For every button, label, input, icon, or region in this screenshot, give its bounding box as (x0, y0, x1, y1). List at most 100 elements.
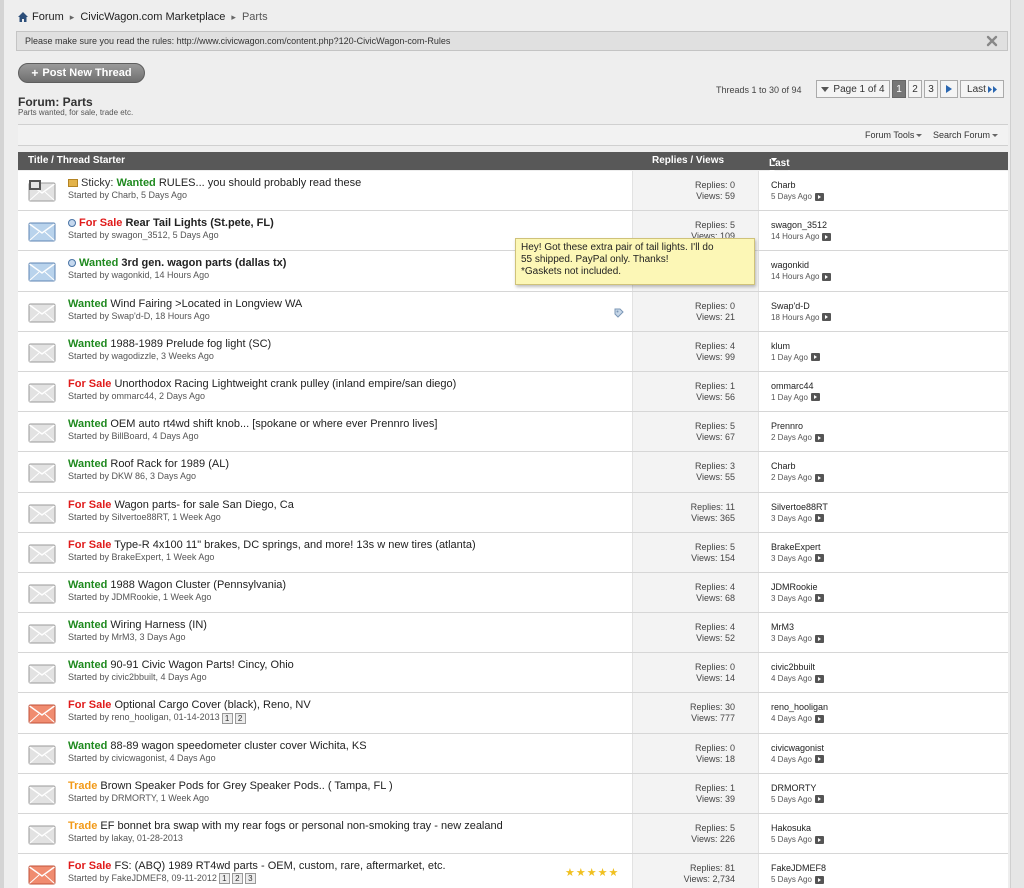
table-row[interactable]: Wanted 3rd gen. wagon parts (dallas tx) S… (18, 251, 1008, 292)
page-link-3[interactable]: 3 (924, 80, 938, 98)
thread-title-link[interactable]: Brown Speaker Pods for Grey Speaker Pods… (100, 780, 392, 792)
thread-page-link[interactable]: 2 (231, 873, 243, 885)
last-post-user-link[interactable]: Prennro (771, 421, 803, 431)
last-post-user-link[interactable]: DRMORTY (771, 783, 816, 793)
go-to-last-post-icon[interactable] (814, 473, 824, 482)
last-post-user-link[interactable]: wagonkid (771, 260, 809, 270)
table-row[interactable]: Wanted 90-91 Civic Wagon Parts! Cincy, O… (18, 653, 1008, 694)
go-to-last-post-icon[interactable] (814, 755, 824, 764)
last-post-user-link[interactable]: Charb (771, 180, 796, 190)
thread-prefix: Wanted (68, 418, 108, 431)
column-title-header[interactable]: Title / Thread Starter (28, 155, 125, 166)
table-row[interactable]: Wanted OEM auto rt4wd shift knob... [spo… (18, 412, 1008, 453)
table-row[interactable]: For Sale Type-R 4x100 11" brakes, DC spr… (18, 532, 1008, 573)
table-row[interactable]: Wanted 1988 Wagon Cluster (Pennsylvania)… (18, 572, 1008, 614)
last-post-user-link[interactable]: Hakosuka (771, 823, 811, 833)
thread-title-link[interactable]: 90-91 Civic Wagon Parts! Cincy, Ohio (110, 659, 293, 671)
last-post-user-link[interactable]: Swap'd-D (771, 301, 810, 311)
table-row[interactable]: Wanted Wiring Harness (IN) Started by MrM… (18, 613, 1008, 654)
table-row[interactable]: Sticky: Wanted RULES... you should proba… (18, 171, 1008, 212)
page-dropdown[interactable]: Page 1 of 4 (816, 80, 890, 98)
go-to-last-post-icon[interactable] (822, 232, 832, 241)
thread-title-link[interactable]: 1988-1989 Prelude fog light (SC) (110, 338, 271, 350)
last-post-user-link[interactable]: Charb (771, 461, 796, 471)
table-row[interactable]: Wanted Wind Fairing >Located in Longview… (18, 291, 1008, 332)
go-to-last-post-icon[interactable] (814, 554, 824, 563)
thread-page-link[interactable]: 3 (244, 873, 256, 885)
thread-title-link[interactable]: RULES... you should probably read these (159, 177, 361, 189)
go-to-last-post-icon[interactable] (810, 353, 820, 362)
table-row[interactable]: For Sale FS: (ABQ) 1989 RT4wd parts - OE… (18, 854, 1008, 888)
table-row[interactable]: For Sale Optional Cargo Cover (black), R… (18, 693, 1008, 734)
last-page-button[interactable]: Last (960, 80, 1004, 98)
breadcrumb-marketplace-link[interactable]: CivicWagon.com Marketplace (80, 11, 225, 23)
last-post-user-link[interactable]: swagon_3512 (771, 220, 827, 230)
post-new-thread-button[interactable]: + Post New Thread (18, 63, 145, 83)
go-to-last-post-icon[interactable] (814, 875, 824, 884)
thread-page-link[interactable]: 1 (221, 712, 233, 724)
go-to-last-post-icon[interactable] (814, 594, 824, 603)
column-stats-header[interactable]: Replies / Views (652, 155, 724, 166)
thread-title-link[interactable]: Wagon parts- for sale San Diego, Ca (114, 499, 293, 511)
thread-title-link[interactable]: Roof Rack for 1989 (AL) (110, 458, 229, 470)
next-page-button[interactable] (940, 80, 958, 98)
go-to-last-post-icon[interactable] (814, 192, 824, 201)
go-to-last-post-icon[interactable] (814, 674, 824, 683)
page-link-1[interactable]: 1 (892, 80, 906, 98)
breadcrumb: Forum ▸ CivicWagon.com Marketplace ▸ Par… (18, 10, 268, 24)
go-to-last-post-icon[interactable] (814, 514, 824, 522)
thread-title-link[interactable]: Rear Tail Lights (St.pete, FL) (125, 217, 273, 229)
table-row[interactable]: Trade Brown Speaker Pods for Grey Speake… (18, 773, 1008, 814)
last-post-user-link[interactable]: FakeJDMEF8 (771, 863, 826, 873)
go-to-last-post-icon[interactable] (814, 634, 824, 643)
go-to-last-post-icon[interactable] (822, 313, 832, 322)
last-post-user-link[interactable]: ommarc44 (771, 381, 814, 391)
thread-page-link[interactable]: 2 (234, 712, 246, 724)
last-post-user-link[interactable]: reno_hooligan (771, 702, 828, 712)
breadcrumb-forum-link[interactable]: Forum (32, 11, 64, 23)
last-post-user-link[interactable]: JDMRookie (771, 582, 818, 592)
last-post-user-link[interactable]: MrM3 (771, 622, 794, 632)
thread-page-link[interactable]: 1 (218, 873, 230, 885)
scrollbar-track[interactable] (1010, 0, 1024, 888)
thread-prefix: Wanted (79, 257, 119, 270)
go-to-last-post-icon[interactable] (814, 835, 824, 844)
table-row[interactable]: For Sale Rear Tail Lights (St.pete, FL) S… (18, 211, 1008, 252)
table-row[interactable]: Trade EF bonnet bra swap with my rear fo… (18, 814, 1008, 855)
thread-title-link[interactable]: Type-R 4x100 11" brakes, DC springs, and… (114, 539, 475, 551)
last-post-user-link[interactable]: klum (771, 341, 790, 351)
last-post-user-link[interactable]: Silvertoe88RT (771, 502, 828, 512)
table-row[interactable]: For Sale Wagon parts- for sale San Diego… (18, 492, 1008, 533)
thread-starter: Started by Swap'd-D, 18 Hours Ago (68, 310, 210, 321)
last-post-user-link[interactable]: BrakeExpert (771, 542, 821, 552)
thread-title-link[interactable]: EF bonnet bra swap with my rear fogs or … (100, 820, 502, 832)
table-row[interactable]: For Sale Unorthodox Racing Lightweight c… (18, 371, 1008, 413)
thread-title-link[interactable]: 3rd gen. wagon parts (dallas tx) (121, 257, 286, 269)
table-row[interactable]: Wanted 88-89 wagon speedometer cluster c… (18, 733, 1008, 774)
thread-title-link[interactable]: Wind Fairing >Located in Longview WA (110, 298, 302, 310)
thread-title-link[interactable]: Optional Cargo Cover (black), Reno, NV (114, 699, 310, 711)
thread-starter: Started by FakeJDMEF8, 09-11-2012 (68, 873, 217, 884)
go-to-last-post-icon[interactable] (814, 714, 824, 723)
search-forum-menu[interactable]: Search Forum (933, 130, 999, 140)
close-icon[interactable] (985, 34, 999, 48)
page-link-2[interactable]: 2 (908, 80, 922, 98)
go-to-last-post-icon[interactable] (814, 795, 824, 804)
last-post-user-link[interactable]: civicwagonist (771, 743, 824, 753)
last-post-user-link[interactable]: civic2bbuilt (771, 662, 815, 672)
thread-title-link[interactable]: OEM auto rt4wd shift knob... [spokane or… (110, 418, 437, 430)
go-to-last-post-icon[interactable] (814, 433, 824, 442)
thread-title-link[interactable]: Unorthodox Racing Lightweight crank pull… (114, 378, 456, 390)
table-row[interactable]: Wanted 1988-1989 Prelude fog light (SC) S… (18, 331, 1008, 372)
plus-icon: + (31, 66, 39, 80)
go-to-last-post-icon[interactable] (822, 272, 832, 281)
thread-title-link[interactable]: 88-89 wagon speedometer cluster cover Wi… (110, 740, 366, 752)
thread-title-link[interactable]: FS: (ABQ) 1989 RT4wd parts - OEM, custom… (114, 860, 445, 872)
thread-title-link[interactable]: 1988 Wagon Cluster (Pennsylvania) (110, 579, 286, 591)
thread-starter: Started by DRMORTY, 1 Week Ago (68, 792, 210, 803)
forum-tools-menu[interactable]: Forum Tools (865, 130, 923, 140)
table-row[interactable]: Wanted Roof Rack for 1989 (AL) Started by… (18, 452, 1008, 493)
last-post-time-label: 5 Days Ago (771, 835, 812, 844)
thread-title-link[interactable]: Wiring Harness (IN) (110, 619, 207, 631)
go-to-last-post-icon[interactable] (810, 393, 820, 402)
